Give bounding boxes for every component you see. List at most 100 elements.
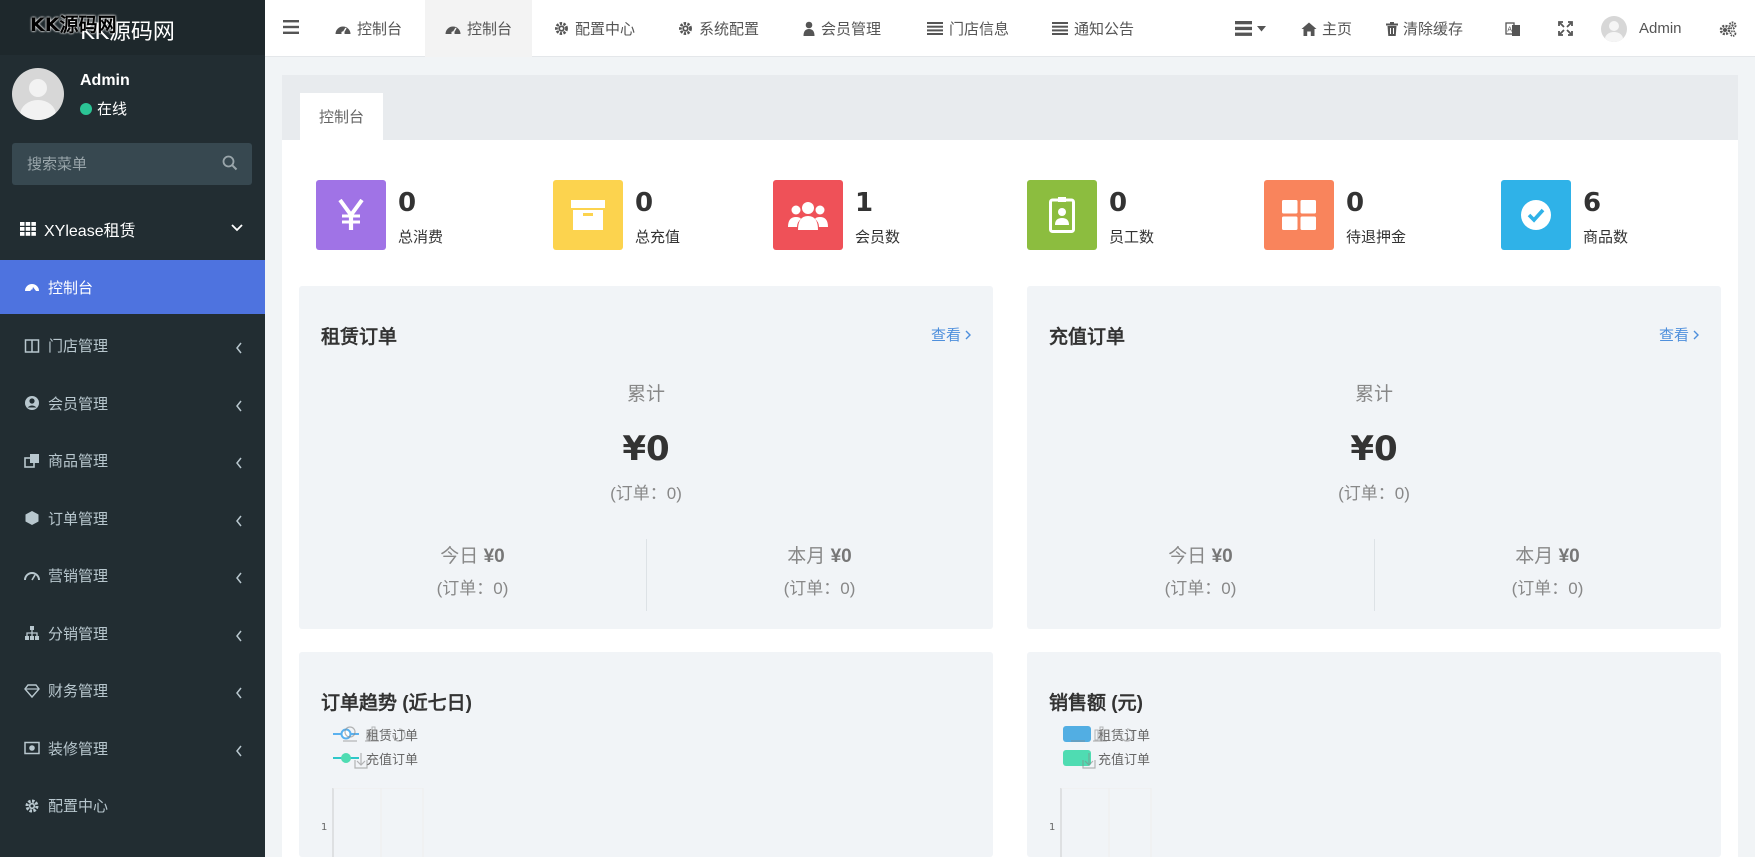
sidebar-item-distribution[interactable]: 分销管理 bbox=[0, 605, 265, 663]
hamburger-icon[interactable] bbox=[283, 20, 299, 34]
sidebar-item-finance[interactable]: 财务管理 bbox=[0, 662, 265, 720]
zoom-icon bbox=[343, 726, 357, 742]
dashboard-icon bbox=[445, 26, 461, 35]
content-tab-dashboard[interactable]: 控制台 bbox=[300, 93, 383, 140]
today-amount: ¥0 bbox=[1211, 546, 1233, 567]
tab-list-dropdown[interactable] bbox=[1235, 0, 1266, 57]
sidebar-item-label: 配置中心 bbox=[48, 798, 109, 816]
home-label: 主页 bbox=[1322, 21, 1353, 38]
list-icon bbox=[1052, 22, 1068, 35]
sidebar-menu: 控制台 门店管理 会员管理 商品管理 订单管理 营销管理 分销管理 财务管理 装… bbox=[0, 260, 265, 835]
sidebar-item-products[interactable]: 商品管理 bbox=[0, 432, 265, 490]
chart-toolbox bbox=[343, 726, 406, 769]
stat-label: 总充值 bbox=[635, 229, 681, 246]
view-recharge-orders-link[interactable]: 查看 bbox=[1659, 324, 1699, 345]
user-circle-icon bbox=[25, 396, 39, 411]
stat-icon-box bbox=[316, 180, 386, 250]
fullscreen-button[interactable] bbox=[1558, 0, 1573, 57]
svg-text:A: A bbox=[1507, 25, 1512, 33]
tab-label: 通知公告 bbox=[1074, 21, 1135, 38]
tab-config-center[interactable]: 配置中心 bbox=[554, 0, 635, 57]
month-stats: 本月 ¥0 (订单：0) bbox=[646, 541, 993, 599]
sidebar-item-decoration[interactable]: 装修管理 bbox=[0, 720, 265, 778]
month-amount: ¥0 bbox=[1558, 546, 1580, 567]
dashboard-icon bbox=[25, 284, 39, 293]
tab-notices[interactable]: 通知公告 bbox=[1052, 0, 1134, 57]
tachometer-icon bbox=[24, 571, 40, 581]
id-badge-icon bbox=[1049, 197, 1075, 233]
menu-search bbox=[12, 143, 252, 185]
tab-system-config[interactable]: 系统配置 bbox=[678, 0, 759, 57]
sidebar-item-members[interactable]: 会员管理 bbox=[0, 375, 265, 433]
tab-dashboard-1[interactable]: 控制台 bbox=[335, 0, 402, 57]
sales-chart-card: 销售额 (元) 租赁订单 充值订单 1 bbox=[1027, 652, 1721, 857]
chart-toolbox bbox=[1071, 726, 1134, 769]
content-tab-bar: 控制台 bbox=[282, 75, 1738, 140]
today-label: 今日 bbox=[440, 546, 479, 567]
sidebar-item-config[interactable]: 配置中心 bbox=[0, 777, 265, 835]
trash-icon bbox=[1386, 21, 1398, 36]
translate-icon: A bbox=[1505, 21, 1520, 36]
gear-icon bbox=[25, 799, 39, 813]
sidebar-item-label: 财务管理 bbox=[48, 683, 109, 701]
bar-chart-icon bbox=[365, 726, 379, 742]
settings-button[interactable] bbox=[1719, 0, 1737, 57]
tab-dashboard-2[interactable]: 控制台 bbox=[425, 0, 532, 57]
users-icon bbox=[788, 202, 828, 230]
restore-icon bbox=[392, 728, 406, 742]
sidebar-item-dashboard[interactable]: 控制台 bbox=[0, 260, 265, 314]
stat-icon-box bbox=[1027, 180, 1097, 250]
sidebar-item-orders[interactable]: 订单管理 bbox=[0, 490, 265, 548]
chevron-left-icon bbox=[236, 745, 242, 756]
sidebar-item-label: 营销管理 bbox=[48, 568, 109, 586]
image-icon bbox=[24, 742, 40, 755]
language-button[interactable]: A bbox=[1505, 0, 1521, 57]
sidebar-item-label: 装修管理 bbox=[48, 740, 109, 758]
gear-icon bbox=[679, 22, 692, 35]
view-rent-orders-link[interactable]: 查看 bbox=[931, 324, 971, 345]
diamond-icon bbox=[24, 684, 40, 698]
stat-label: 员工数 bbox=[1109, 229, 1155, 246]
tab-label: 系统配置 bbox=[699, 21, 760, 38]
clear-cache-button[interactable]: 清除缓存 bbox=[1386, 0, 1463, 57]
tab-member-management[interactable]: 会员管理 bbox=[803, 0, 881, 57]
avatar bbox=[12, 68, 64, 120]
today-stats: 今日 ¥0 (订单：0) bbox=[1027, 541, 1374, 599]
total-amount: ¥0 bbox=[1350, 429, 1398, 469]
month-orders: (订单：0) bbox=[783, 579, 856, 598]
order-trend-card: 订单趋势 (近七日) 租赁订单 充值订单 1 bbox=[299, 652, 993, 857]
sidebar-item-label: 分销管理 bbox=[48, 625, 109, 643]
stat-label: 会员数 bbox=[855, 229, 901, 246]
user-icon bbox=[803, 21, 815, 36]
sidebar-item-stores[interactable]: 门店管理 bbox=[0, 317, 265, 375]
list-icon bbox=[927, 22, 943, 35]
stat-label: 总消费 bbox=[398, 229, 444, 246]
total-label: 累计 bbox=[626, 384, 665, 405]
top-navbar: 控制台 控制台 配置中心 系统配置 会员管理 门店信息 通知公告 主页 清除缓存… bbox=[265, 0, 1755, 57]
stat-label: 商品数 bbox=[1583, 229, 1629, 246]
stat-value: 0 bbox=[398, 188, 417, 218]
menu-group-xylease[interactable]: XYlease租赁 bbox=[0, 200, 265, 257]
search-icon[interactable] bbox=[222, 155, 238, 171]
home-link[interactable]: 主页 bbox=[1301, 0, 1352, 57]
y-tick-label: 1 bbox=[1049, 822, 1055, 833]
tab-store-info[interactable]: 门店信息 bbox=[927, 0, 1009, 57]
chevron-left-icon bbox=[236, 457, 242, 469]
recharge-orders-card: 充值订单 查看 累计 ¥0 (订单：0) 今日 ¥0 (订单：0) 本月 ¥0 … bbox=[1027, 286, 1721, 629]
check-circle-icon bbox=[1521, 200, 1551, 230]
user-menu[interactable]: Admin bbox=[1601, 0, 1682, 57]
stat-icon-box bbox=[1264, 180, 1334, 250]
tab-label: 配置中心 bbox=[575, 21, 636, 38]
chevron-left-icon bbox=[236, 630, 242, 641]
sidebar-item-marketing[interactable]: 营销管理 bbox=[0, 547, 265, 605]
stat-value: 0 bbox=[1346, 188, 1365, 218]
sidebar-item-label: 会员管理 bbox=[48, 395, 109, 413]
watermark-text: KK源码网 bbox=[30, 14, 117, 36]
menu-search-input[interactable] bbox=[12, 143, 212, 185]
home-icon bbox=[1301, 22, 1317, 36]
tasks-icon bbox=[1235, 21, 1252, 36]
y-tick-label: 1 bbox=[321, 822, 327, 833]
sidebar-item-label: 控制台 bbox=[48, 279, 94, 297]
stats-row: 0 总消费 0 总充值 1 会员数 0 员工数 0 待退押金 6 商品数 bbox=[282, 180, 1738, 250]
archive-icon bbox=[571, 200, 605, 230]
